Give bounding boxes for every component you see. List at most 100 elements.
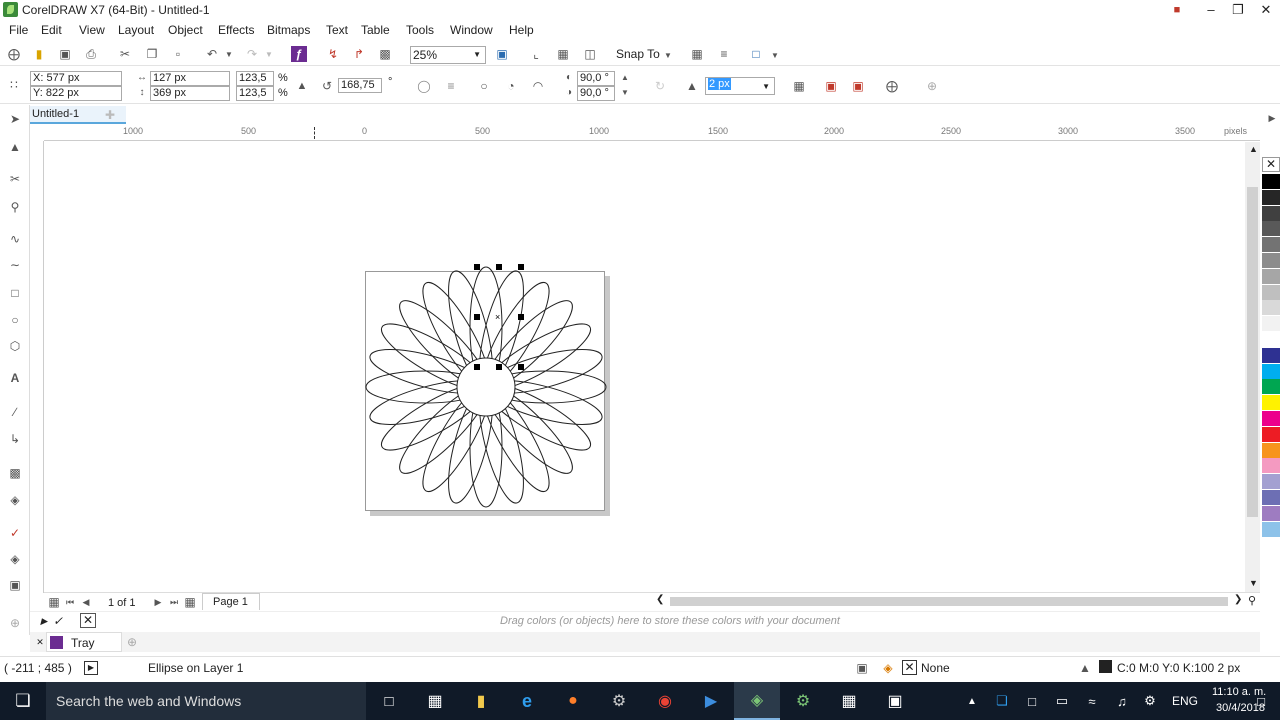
pie-shape-icon[interactable]: ◔ [503,78,519,94]
palette-swatch[interactable] [1262,505,1280,521]
palette-swatch[interactable] [1262,237,1280,253]
task-view-icon[interactable]: □ [366,682,412,720]
folder-app-icon[interactable]: ▣ [872,682,918,720]
show-guidelines-icon[interactable]: ◫ [582,46,598,62]
app-icon[interactable]: ⚙ [596,682,642,720]
scroll-left-icon[interactable]: ❮ [656,594,664,605]
lock-ratio-icon[interactable]: ▲ [294,78,310,94]
tray-tab[interactable]: Tray [46,632,122,652]
scroll-right-icon[interactable]: ❯ [1234,594,1242,605]
fill-none-swatch[interactable]: ✕ [902,660,917,675]
arc-shape-icon[interactable]: ◠ [530,78,546,94]
paste-icon[interactable]: ▫ [170,46,186,62]
palette-swatch[interactable] [1262,395,1280,411]
palette-swatch[interactable] [1262,253,1280,268]
color-proof-icon[interactable]: ▣ [854,660,870,676]
palette-none-swatch[interactable]: ✕ [80,613,96,628]
polygon-tool-icon[interactable]: ⬡ [7,338,23,354]
y-position-field[interactable]: Y: 822 px [30,86,122,101]
palette-swatch[interactable] [1262,347,1280,363]
options-icon[interactable]: ▦ [689,46,705,62]
calculator-icon[interactable]: ▦ [412,682,458,720]
palette-eyedropper-icon[interactable]: ✓ [50,613,66,629]
wifi-icon[interactable]: ≈ [1080,682,1104,720]
palette-swatch[interactable] [1262,363,1280,379]
maximize-button[interactable]: ❐ [1225,0,1251,20]
horizontal-scroll-thumb[interactable] [670,597,1228,606]
start-angle-field[interactable]: 90,0 ° [577,71,615,86]
crop-tool-icon[interactable]: ✂ [7,171,23,187]
smart-fill-tool-icon[interactable]: ▣ [7,577,23,593]
menu-bitmaps[interactable]: Bitmaps [267,23,310,37]
object-height-field[interactable]: 369 px [150,86,230,101]
audio-app-icon[interactable]: ▦ [826,682,872,720]
interactive-fill-tool-icon[interactable]: ◈ [7,551,23,567]
action-center-icon[interactable]: □ [1246,682,1276,720]
parallel-dimension-tool-icon[interactable]: ∕ [7,404,23,420]
redo-dropdown-icon[interactable]: ▼ [261,46,277,62]
first-page-icon[interactable]: ⏮ [62,594,78,610]
chrome-icon[interactable]: ◉ [642,682,688,720]
palette-swatch[interactable] [1262,221,1280,237]
horizontal-ruler[interactable]: 1000 500 0 500 1000 1500 2000 2500 3000 … [44,125,1260,141]
copy-icon[interactable]: ❐ [144,46,160,62]
artistic-media-tool-icon[interactable]: ∼ [7,257,23,273]
quick-customize-icon[interactable]: ⊕ [7,615,23,631]
show-rulers-icon[interactable]: ⌞ [528,46,544,62]
palette-swatch[interactable] [1262,205,1280,221]
docker-expand-icon[interactable]: ▶ [1264,110,1280,126]
palette-swatch[interactable] [1262,332,1280,347]
connector-tool-icon[interactable]: ↳ [7,431,23,447]
language-bar-icon[interactable]: ⚙ [1138,682,1162,720]
snap-to-label[interactable]: Snap To [616,47,660,61]
menu-object[interactable]: Object [168,23,203,37]
coreldraw-taskbar-icon[interactable]: ◈ [734,682,780,720]
undo-icon[interactable]: ↶ [204,46,220,62]
search-content-icon[interactable]: ƒ [291,46,307,62]
windows-tray-icon[interactable]: ❏ [990,682,1014,720]
cut-icon[interactable]: ✂ [117,46,133,62]
previous-page-icon[interactable]: ◀ [78,594,94,610]
outline-color-swatch[interactable] [1099,660,1112,673]
mirror-horizontal-icon[interactable]: ◯ [416,78,432,94]
palette-swatch[interactable] [1262,174,1280,189]
publish-pdf-icon[interactable]: ▩ [377,46,393,62]
palette-swatch[interactable] [1262,490,1280,505]
add-tray-icon[interactable]: ⊕ [124,634,140,650]
status-expand-icon[interactable]: ▶ [84,661,98,675]
save-icon[interactable]: ▣ [57,46,73,62]
menu-view[interactable]: View [79,23,105,37]
welcome-screen-icon[interactable]: □ [748,46,764,62]
palette-swatch[interactable] [1262,379,1280,395]
menu-text[interactable]: Text [326,23,348,37]
to-front-icon[interactable]: ▣ [823,78,839,94]
menu-help[interactable]: Help [509,23,534,37]
drop-shadow-tool-icon[interactable]: ▩ [7,465,23,481]
palette-swatch[interactable] [1262,458,1280,474]
volume-icon[interactable]: ♫ [1110,682,1134,720]
rectangle-tool-icon[interactable]: □ [7,285,23,301]
last-page-icon[interactable]: ⏭ [166,594,182,610]
menu-layout[interactable]: Layout [118,23,154,37]
palette-swatch[interactable] [1262,521,1280,537]
scale-x-field[interactable]: 123,5 [236,71,274,86]
palette-swatch[interactable] [1262,189,1280,205]
palette-swatch[interactable] [1262,316,1280,332]
menu-table[interactable]: Table [361,23,390,37]
windows-start-icon[interactable]: ❏ [0,682,46,720]
document-palette[interactable]: ▶ ✓ ✕ Drag colors (or objects) here to s… [30,611,1260,629]
no-color-swatch[interactable]: ✕ [1262,157,1280,172]
x-position-field[interactable]: X: 577 px [30,71,122,86]
menu-edit[interactable]: Edit [41,23,62,37]
object-origin-icon[interactable]: ∷ [6,77,22,93]
new-tab-icon[interactable]: ✚ [102,107,118,123]
launcher-dropdown-icon[interactable]: ▼ [767,47,783,63]
firefox-icon[interactable]: ● [550,682,596,720]
menu-effects[interactable]: Effects [218,23,254,37]
input-language[interactable]: ENG [1172,694,1198,708]
zoom-navigator-icon[interactable]: ⚲ [1248,594,1256,607]
scroll-thumb[interactable] [1247,187,1258,517]
corel-photo-icon[interactable]: ⚙ [780,682,826,720]
minimize-button[interactable]: – [1198,0,1224,20]
palette-swatch[interactable] [1262,268,1280,284]
